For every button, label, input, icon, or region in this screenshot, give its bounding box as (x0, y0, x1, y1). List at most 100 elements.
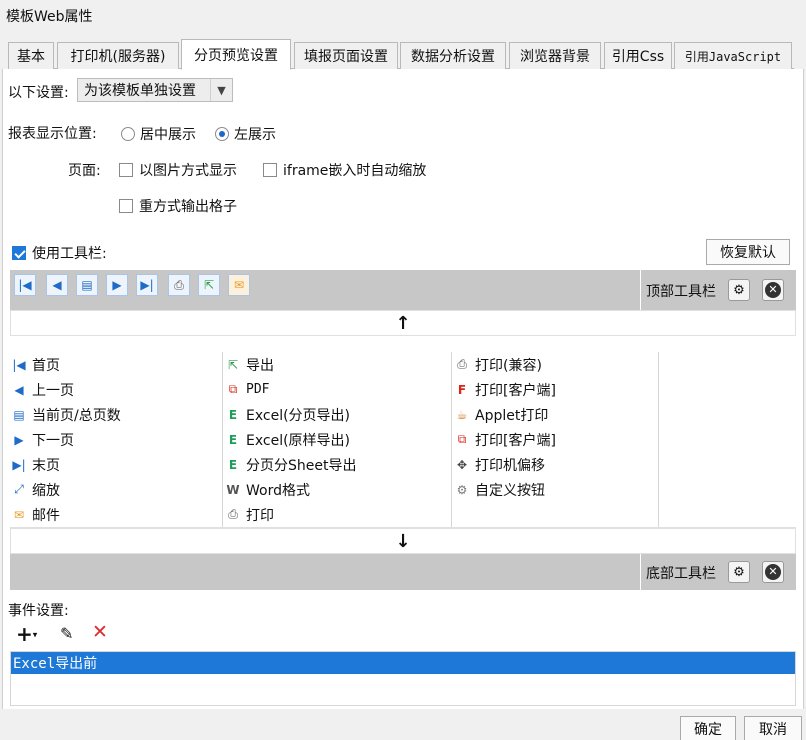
next-page-icon[interactable]: ▶ (106, 274, 128, 296)
bottom-toolbar-settings-icon[interactable]: ⚙ (728, 561, 750, 583)
tab-css[interactable]: 引用Css (604, 42, 672, 69)
grid-item-pdf-print[interactable]: ⧉ 打印[客户端] (453, 427, 556, 452)
next-page-icon: ▶ (14, 432, 24, 447)
grid-item-word[interactable]: W Word格式 (224, 477, 310, 502)
iframe-label: iframe嵌入时自动缩放 (283, 163, 427, 179)
tab-page-preview[interactable]: 分页预览设置 (181, 39, 291, 70)
grid-item-applet-print[interactable]: ☕ Applet打印 (453, 402, 549, 427)
zoom-icon: ⤢ (14, 482, 24, 496)
grid-item-excel-paged[interactable]: E Excel(分页导出) (224, 402, 350, 427)
java-icon: ☕ (456, 407, 468, 422)
tab-browser-bg[interactable]: 浏览器背景 (509, 42, 601, 69)
image-mode-label: 以图片方式显示 (139, 163, 237, 179)
first-page-icon[interactable]: |◀ (14, 274, 36, 296)
grid-item-print-compat[interactable]: ⎙ 打印(兼容) (453, 352, 542, 377)
use-toolbar-option[interactable]: 使用工具栏: (12, 243, 107, 263)
printer-icon[interactable]: ⎙ (168, 274, 190, 296)
grid-item-excel-original[interactable]: E Excel(原样导出) (224, 427, 350, 452)
ok-button[interactable]: 确定 (680, 716, 736, 740)
image-mode-option[interactable]: 以图片方式显示 (119, 160, 237, 180)
grid-item-next-page[interactable]: ▶ 下一页 (10, 427, 74, 452)
event-item[interactable]: Excel导出前 (11, 652, 795, 674)
grid-item-label: 下一页 (32, 432, 74, 449)
iframe-checkbox[interactable] (263, 163, 277, 177)
grid-item-export[interactable]: ⇱ 导出 (224, 352, 274, 377)
tab-data-analysis[interactable]: 数据分析设置 (400, 42, 506, 69)
scope-select-value: 为该模板单独设置 (84, 83, 196, 99)
move-down-button[interactable]: ↓ (10, 528, 796, 554)
position-label: 报表显示位置: (8, 126, 97, 142)
repeat-option[interactable]: 重方式输出格子 (119, 196, 237, 216)
scope-label: 以下设置: (8, 85, 69, 101)
grid-item-label: 末页 (32, 457, 60, 474)
grid-item-page-count[interactable]: ▤ 当前页/总页数 (10, 402, 121, 427)
grid-item-mail[interactable]: ✉ 邮件 (10, 502, 60, 527)
radio-left[interactable]: 左展示 (215, 124, 276, 144)
grid-item-label: 当前页/总页数 (32, 407, 121, 424)
prev-page-icon[interactable]: ◀ (46, 274, 68, 296)
use-toolbar-checkbox[interactable] (12, 246, 26, 260)
excel-icon: E (228, 457, 238, 472)
restore-default-button[interactable]: 恢复默认 (706, 239, 790, 265)
tab-bar: 基本 打印机(服务器) 分页预览设置 填报页面设置 数据分析设置 浏览器背景 引… (8, 39, 794, 70)
scope-select[interactable]: 为该模板单独设置 ▼ (77, 78, 233, 102)
page-label: 页面: (68, 163, 101, 179)
grid-item-label: 导出 (246, 357, 274, 374)
grid-item-flash-print[interactable]: F 打印[客户端] (453, 377, 556, 402)
grid-item-print[interactable]: ⎙ 打印 (224, 502, 274, 527)
mail-icon[interactable]: ✉ (228, 274, 250, 296)
top-toolbar-area[interactable]: |◀ ◀ ▤ ▶ ▶| ⎙ ⇱ ✉ 顶部工具栏 ⚙ ✕ (10, 270, 796, 310)
export-icon[interactable]: ⇱ (198, 274, 220, 296)
cancel-button[interactable]: 取消 (744, 716, 802, 740)
tab-basic[interactable]: 基本 (8, 42, 54, 69)
grid-divider (451, 352, 452, 527)
events-label: 事件设置: (8, 603, 69, 619)
move-icon: ✥ (456, 457, 468, 472)
iframe-option[interactable]: iframe嵌入时自动缩放 (263, 160, 426, 180)
pdf-print-icon: ⧉ (457, 432, 467, 446)
tab-fill-page[interactable]: 填报页面设置 (294, 42, 398, 69)
last-page-icon[interactable]: ▶| (136, 274, 158, 296)
bottom-toolbar-remove-button[interactable]: ✕ (762, 561, 784, 583)
tab-printer-server[interactable]: 打印机(服务器) (57, 42, 179, 69)
radio-left-indicator[interactable] (215, 127, 229, 141)
grid-item-pdf[interactable]: ⧉ PDF (224, 377, 270, 402)
grid-item-printer-offset[interactable]: ✥ 打印机偏移 (453, 452, 545, 477)
grid-item-label: Excel(分页导出) (246, 407, 351, 424)
grid-item-excel-sheet[interactable]: E 分页分Sheet导出 (224, 452, 357, 477)
grid-item-first-page[interactable]: |◀ 首页 (10, 352, 60, 377)
add-icon[interactable]: +▾ (16, 622, 37, 646)
grid-item-label: 邮件 (32, 507, 60, 524)
close-icon: ✕ (765, 282, 781, 298)
grid-item-zoom[interactable]: ⤢ 缩放 (10, 477, 60, 502)
flash-print-icon: F (457, 382, 467, 397)
tab-javascript[interactable]: 引用JavaScript (674, 42, 792, 69)
top-toolbar-settings-icon[interactable]: ⚙ (728, 279, 750, 301)
repeat-checkbox[interactable] (119, 199, 133, 213)
grid-item-last-page[interactable]: ▶| 末页 (10, 452, 60, 477)
printer-icon: ⎙ (228, 507, 238, 521)
radio-center-indicator[interactable] (121, 127, 135, 141)
last-page-icon: ▶| (12, 457, 26, 472)
radio-left-label: 左展示 (234, 127, 276, 143)
prev-page-icon: ◀ (14, 382, 24, 397)
radio-center[interactable]: 居中展示 (121, 124, 196, 144)
grid-item-label: 上一页 (32, 382, 74, 399)
top-toolbar-remove-button[interactable]: ✕ (762, 279, 784, 301)
excel-icon: E (228, 407, 238, 422)
grid-item-label: 缩放 (32, 482, 60, 499)
edit-icon[interactable]: ✎ (60, 624, 73, 643)
bottom-toolbar-label: 底部工具栏 (646, 566, 716, 582)
move-up-button[interactable]: ↑ (10, 310, 796, 336)
use-toolbar-label: 使用工具栏: (32, 246, 107, 262)
page-count-icon[interactable]: ▤ (76, 274, 98, 296)
delete-icon[interactable]: ✕ (92, 621, 108, 643)
close-icon: ✕ (765, 564, 781, 580)
bottom-toolbar-area[interactable]: 底部工具栏 ⚙ ✕ (10, 554, 796, 590)
repeat-label: 重方式输出格子 (139, 199, 237, 215)
page-count-icon: ▤ (13, 407, 25, 422)
grid-item-prev-page[interactable]: ◀ 上一页 (10, 377, 74, 402)
image-mode-checkbox[interactable] (119, 163, 133, 177)
excel-icon: E (228, 432, 238, 447)
grid-item-custom-button[interactable]: ⚙ 自定义按钮 (453, 477, 545, 502)
